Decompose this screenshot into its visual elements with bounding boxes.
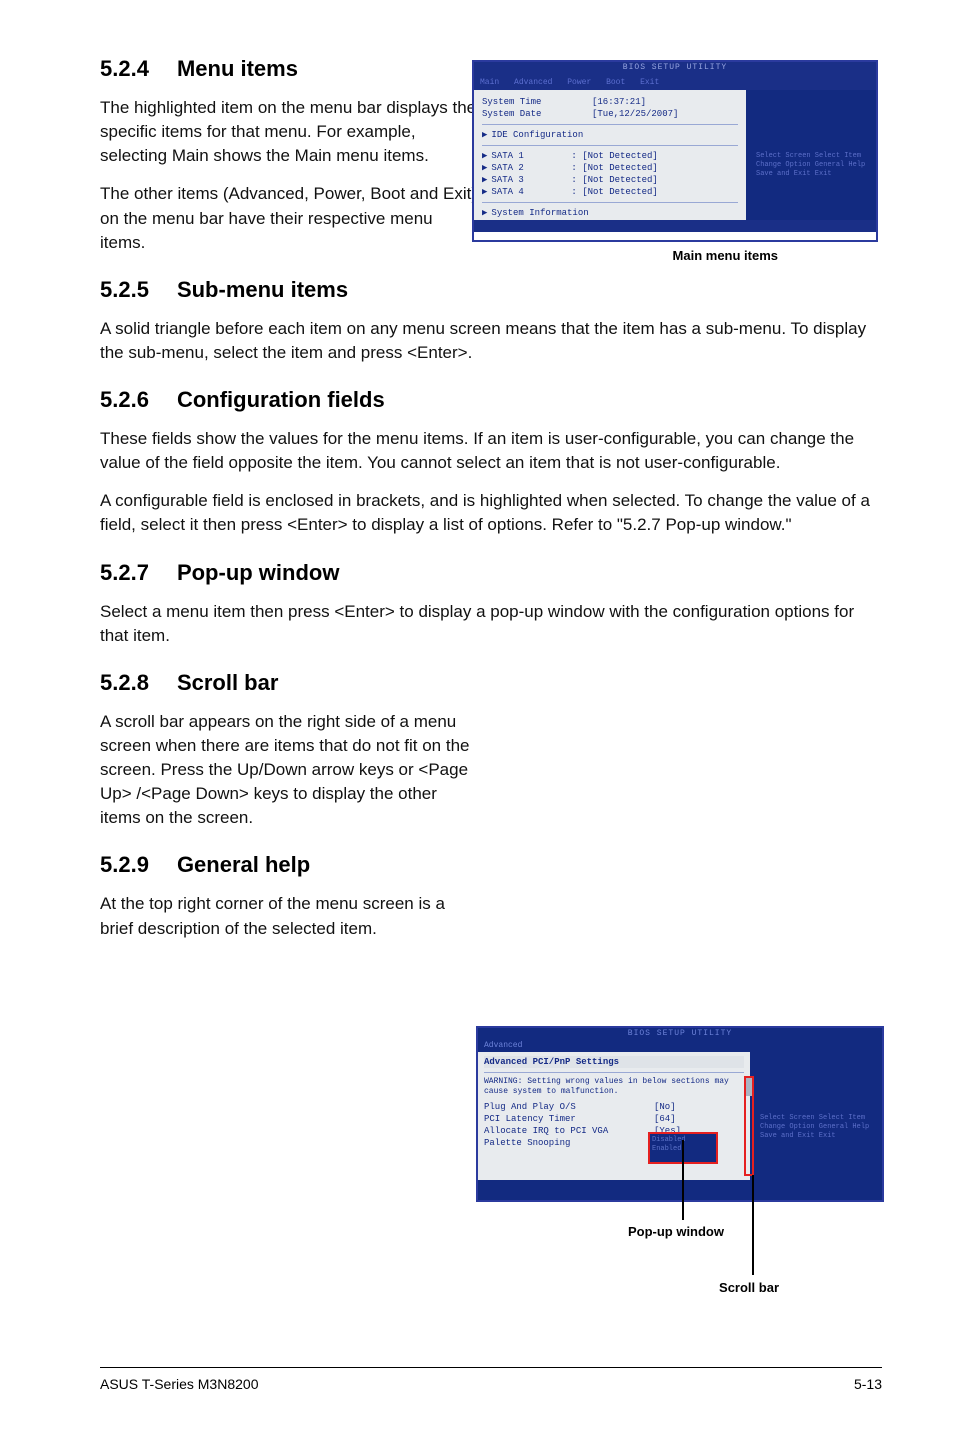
- bios1-date-v: [Tue,12/25/2007]: [592, 109, 678, 119]
- bios1-sysinfo: System Information: [491, 208, 588, 218]
- bios2-menubar: Advanced: [478, 1040, 882, 1052]
- bios1-caption: Main menu items: [673, 248, 778, 263]
- para-524b: The other items (Advanced, Power, Boot a…: [100, 182, 480, 254]
- bios2-footer: [478, 1180, 882, 1192]
- bios2-warning: WARNING: Setting wrong values in below s…: [484, 1077, 744, 1097]
- bios1-s4k: SATA 4: [491, 186, 571, 198]
- bios2-r2k: PCI Latency Timer: [484, 1113, 654, 1125]
- bios-main-screenshot: BIOS SETUP UTILITY Main Advanced Power B…: [472, 60, 878, 242]
- triangle-icon: ▶: [482, 151, 487, 161]
- bios1-s3v: : [Not Detected]: [571, 175, 657, 185]
- para-528: A scroll bar appears on the right side o…: [100, 710, 480, 831]
- triangle-icon: ▶: [482, 163, 487, 173]
- bios1-left-panel: System Time[16:37:21] System Date[Tue,12…: [474, 90, 746, 220]
- bios1-footer: [474, 220, 876, 232]
- bios2-subtitle: Advanced PCI/PnP Settings: [484, 1056, 744, 1068]
- bios1-s1k: SATA 1: [491, 150, 571, 162]
- footer-left: ASUS T-Series M3N8200: [100, 1376, 258, 1392]
- callout-line-popup: [682, 1140, 684, 1220]
- bios2-r4k: Palette Snooping: [484, 1137, 654, 1149]
- bios1-menu-exit: Exit: [640, 78, 659, 87]
- bios1-hints: Select Screen Select Item Change Option …: [756, 152, 876, 179]
- heading-529: 5.2.9 General help: [100, 852, 882, 878]
- bios1-s1v: : [Not Detected]: [571, 151, 657, 161]
- bios1-time-k: System Time: [482, 96, 592, 108]
- triangle-icon: ▶: [482, 187, 487, 197]
- bios1-menu-main: Main: [480, 78, 499, 87]
- footer-rule: [100, 1367, 882, 1368]
- sectitle-527: Pop-up window: [177, 560, 340, 585]
- bios1-menubar: Main Advanced Power Boot Exit: [474, 76, 876, 90]
- para-529: At the top right corner of the menu scre…: [100, 892, 480, 940]
- para-526a: These fields show the values for the men…: [100, 427, 882, 475]
- callout-line-scroll: [752, 1175, 754, 1275]
- bios1-menu-power: Power: [567, 78, 591, 87]
- triangle-icon: ▶: [482, 208, 487, 218]
- bios-advanced-screenshot: BIOS SETUP UTILITY Advanced Advanced PCI…: [476, 1026, 884, 1202]
- bios1-s2v: : [Not Detected]: [571, 163, 657, 173]
- bios1-s3k: SATA 3: [491, 174, 571, 186]
- bios2-hints: Select Screen Select Item Change Option …: [760, 1114, 882, 1141]
- bios2-r1v: [No]: [654, 1102, 676, 1112]
- bios1-menu-boot: Boot: [606, 78, 625, 87]
- bios1-title: BIOS SETUP UTILITY: [623, 63, 727, 72]
- bios1-s2k: SATA 2: [491, 162, 571, 174]
- bios2-title: BIOS SETUP UTILITY: [478, 1028, 882, 1040]
- footer-right: 5-13: [854, 1376, 882, 1392]
- heading-525: 5.2.5 Sub-menu items: [100, 277, 882, 303]
- secnum-525: 5.2.5: [100, 277, 149, 302]
- sectitle-524: Menu items: [177, 56, 298, 81]
- triangle-icon: ▶: [482, 130, 487, 140]
- sectitle-528: Scroll bar: [177, 670, 278, 695]
- triangle-icon: ▶: [482, 175, 487, 185]
- para-527: Select a menu item then press <Enter> to…: [100, 600, 882, 648]
- secnum-526: 5.2.6: [100, 387, 149, 412]
- bios1-ide: IDE Configuration: [491, 130, 583, 140]
- para-524a: The highlighted item on the menu bar dis…: [100, 96, 480, 168]
- callout-label-popup: Pop-up window: [628, 1224, 724, 1239]
- heading-528: 5.2.8 Scroll bar: [100, 670, 882, 696]
- scrollbar-highlight: [744, 1076, 754, 1176]
- para-526b: A configurable field is enclosed in brac…: [100, 489, 882, 537]
- callout-label-scroll: Scroll bar: [719, 1280, 779, 1295]
- secnum-527: 5.2.7: [100, 560, 149, 585]
- para-525: A solid triangle before each item on any…: [100, 317, 882, 365]
- bios2-r1k: Plug And Play O/S: [484, 1101, 654, 1113]
- heading-526: 5.2.6 Configuration fields: [100, 387, 882, 413]
- bios2-r2v: [64]: [654, 1114, 676, 1124]
- secnum-529: 5.2.9: [100, 852, 149, 877]
- sectitle-525: Sub-menu items: [177, 277, 348, 302]
- bios1-s4v: : [Not Detected]: [571, 187, 657, 197]
- bios1-time-v: [16:37:21]: [592, 97, 646, 107]
- heading-527: 5.2.7 Pop-up window: [100, 560, 882, 586]
- sectitle-526: Configuration fields: [177, 387, 385, 412]
- bios1-menu-advanced: Advanced: [514, 78, 552, 87]
- bios2-r3k: Allocate IRQ to PCI VGA: [484, 1125, 654, 1137]
- bios1-date-k: System Date: [482, 108, 592, 120]
- sectitle-529: General help: [177, 852, 310, 877]
- secnum-524: 5.2.4: [100, 56, 149, 81]
- secnum-528: 5.2.8: [100, 670, 149, 695]
